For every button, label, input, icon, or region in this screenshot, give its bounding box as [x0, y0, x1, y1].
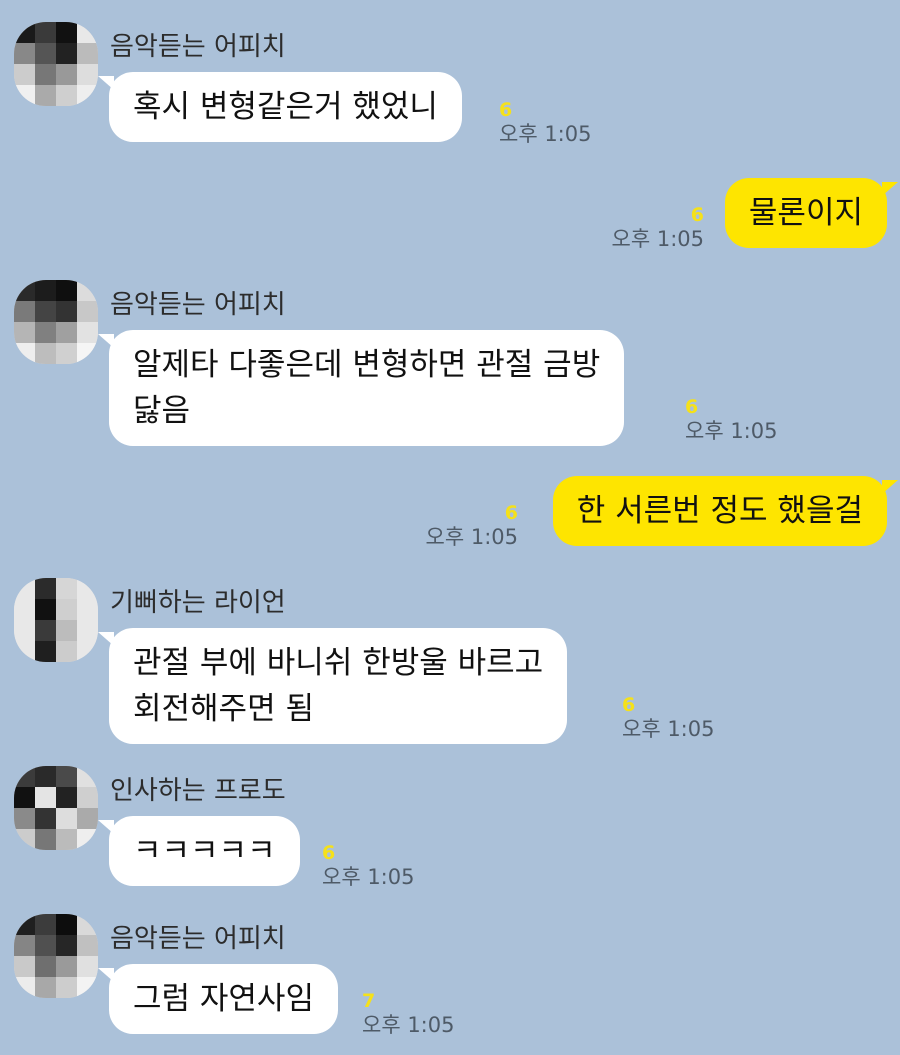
chat-room[interactable]: 음악듣는 어피치 혹시 변형같은거 했었니 6 오후 1:05 물론이지 6 오…: [0, 0, 900, 1055]
message-meta: 6 오후 1:05: [685, 396, 777, 444]
message-text-line: ㅋㅋㅋㅋㅋ: [133, 833, 276, 869]
sender-avatar[interactable]: [14, 280, 98, 364]
message-text-line: 혹시 변형같은거 했었니: [133, 89, 438, 125]
message-row-incoming: 음악듣는 어피치 그럼 자연사임 7 오후 1:05: [0, 906, 900, 1055]
message-row-incoming: 기뻐하는 라이언 관절 부에 바니쉬 한방울 바르고 회전해주면 됨 6 오후 …: [0, 568, 900, 758]
message-text-line: 한 서른번 정도 했을걸: [576, 493, 863, 529]
sender-name: 인사하는 프로도: [110, 776, 286, 806]
message-bubble[interactable]: ㅋㅋㅋㅋㅋ: [98, 816, 300, 886]
message-meta: 6 오후 1:05: [426, 502, 518, 550]
pixelated-avatar-icon: [14, 766, 98, 850]
pixelated-avatar-icon: [14, 280, 98, 364]
unread-count: 6: [690, 204, 704, 226]
message-row-incoming: 인사하는 프로도 ㅋㅋㅋㅋㅋ 6 오후 1:05: [0, 758, 900, 906]
message-time: 오후 1:05: [425, 525, 518, 549]
message-row-outgoing: 물론이지 6 오후 1:05: [0, 170, 900, 270]
message-bubble[interactable]: 그럼 자연사임: [98, 964, 338, 1034]
message-bubble[interactable]: 물론이지: [724, 178, 899, 248]
message-meta: 7 오후 1:05: [362, 990, 454, 1038]
message-text-line: 물론이지: [748, 195, 863, 231]
message-meta: 6 오후 1:05: [612, 204, 704, 252]
sender-name: 음악듣는 어피치: [110, 290, 286, 320]
message-bubble[interactable]: 한 서른번 정도 했을걸: [552, 476, 899, 546]
message-bubble[interactable]: 관절 부에 바니쉬 한방울 바르고 회전해주면 됨: [97, 628, 568, 744]
message-time: 오후 1:05: [362, 1013, 455, 1037]
message-row-incoming: 음악듣는 어피치 혹시 변형같은거 했었니 6 오후 1:05: [0, 0, 900, 170]
message-row-incoming: 음악듣는 어피치 알제타 다좋은데 변형하면 관절 금방 닳음 6 오후 1:0…: [0, 270, 900, 460]
unread-count: 6: [322, 842, 336, 864]
sender-avatar[interactable]: [14, 22, 98, 106]
pixelated-avatar-icon: [14, 914, 98, 998]
message-meta: 6 오후 1:05: [499, 99, 591, 147]
sender-name: 음악듣는 어피치: [110, 924, 286, 954]
message-time: 오후 1:05: [685, 419, 778, 443]
message-text-line: 닳음: [133, 393, 191, 429]
sender-name: 음악듣는 어피치: [110, 32, 286, 62]
sender-avatar[interactable]: [14, 578, 98, 662]
message-bubble[interactable]: 알제타 다좋은데 변형하면 관절 금방 닳음: [97, 330, 625, 446]
pixelated-avatar-icon: [14, 22, 98, 106]
message-text-line: 회전해주면 됨: [133, 691, 314, 727]
message-text-line: 관절 부에 바니쉬 한방울 바르고: [133, 645, 544, 681]
pixelated-avatar-icon: [14, 578, 98, 662]
sender-avatar[interactable]: [14, 766, 98, 850]
message-meta: 6 오후 1:05: [322, 842, 414, 890]
sender-avatar[interactable]: [14, 914, 98, 998]
sender-name: 기뻐하는 라이언: [110, 588, 286, 618]
message-time: 오후 1:05: [611, 227, 704, 251]
message-text-line: 알제타 다좋은데 변형하면 관절 금방: [133, 347, 601, 383]
message-meta: 6 오후 1:05: [622, 694, 714, 742]
message-time: 오후 1:05: [622, 717, 715, 741]
message-row-outgoing: 한 서른번 정도 했을걸 6 오후 1:05: [0, 468, 900, 568]
unread-count: 6: [622, 694, 636, 716]
unread-count: 6: [685, 396, 699, 418]
unread-count: 6: [499, 99, 513, 121]
message-text-line: 그럼 자연사임: [133, 981, 314, 1017]
message-time: 오후 1:05: [322, 865, 415, 889]
unread-count: 7: [362, 990, 376, 1012]
unread-count: 6: [504, 502, 518, 524]
message-time: 오후 1:05: [499, 122, 592, 146]
message-bubble[interactable]: 혹시 변형같은거 했었니: [98, 72, 462, 142]
